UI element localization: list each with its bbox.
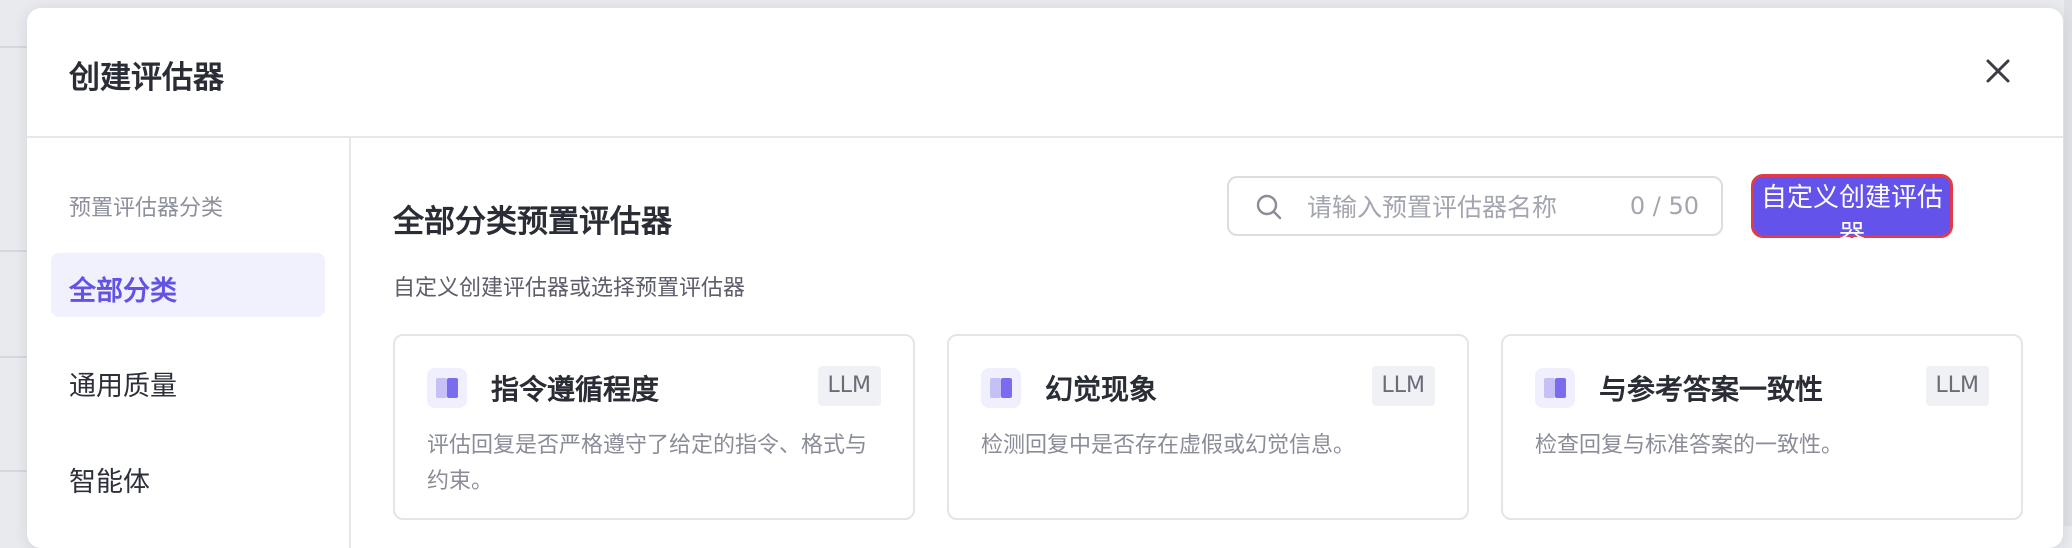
sidebar-heading: 预置评估器分类 [69, 196, 224, 221]
sidebar-item-label: 通用质量 [69, 371, 177, 402]
evaluator-icon [427, 368, 467, 408]
card-title: 与参考答案一致性 [1599, 373, 1824, 406]
background-divider [0, 470, 30, 472]
category-sidebar: 预置评估器分类 全部分类 通用质量 智能体 [27, 138, 351, 548]
background-divider [0, 250, 30, 252]
background-divider [0, 356, 30, 358]
card-description: 评估回复是否严格遵守了给定的指令、格式与约束。 [427, 433, 868, 494]
section-title: 全部分类预置评估器 [393, 204, 672, 240]
card-title: 指令遵循程度 [491, 373, 660, 406]
background-divider [0, 46, 30, 48]
sidebar-item-label: 全部分类 [69, 276, 177, 307]
evaluator-card-instruction-following[interactable]: 指令遵循程度 LLM 评估回复是否严格遵守了给定的指令、格式与约束。 [393, 334, 915, 520]
close-button[interactable] [1979, 52, 2017, 90]
create-evaluator-dialog: 创建评估器 预置评估器分类 全部分类 通用质量 智能体 全部分类预置评估器 自定… [27, 8, 2063, 548]
evaluator-card-reference-consistency[interactable]: 与参考答案一致性 LLM 检查回复与标准答案的一致性。 [1501, 334, 2023, 520]
background-page-edge [2064, 0, 2072, 526]
evaluator-icon [981, 368, 1021, 408]
search-box: 0 / 50 [1227, 176, 1723, 236]
section-subtitle: 自定义创建评估器或选择预置评估器 [393, 276, 746, 301]
search-char-count: 0 / 50 [1629, 192, 1699, 220]
evaluator-icon [1535, 368, 1575, 408]
evaluator-card-hallucination[interactable]: 幻觉现象 LLM 检测回复中是否存在虚假或幻觉信息。 [947, 334, 1469, 520]
custom-create-evaluator-button[interactable]: 自定义创建评估器 [1751, 174, 1953, 250]
card-description: 检测回复中是否存在虚假或幻觉信息。 [981, 433, 1356, 458]
model-type-badge: LLM [1925, 366, 1989, 406]
sidebar-item-label: 智能体 [69, 467, 150, 498]
sidebar-item-agent[interactable]: 智能体 [51, 444, 325, 508]
card-description: 检查回复与标准答案的一致性。 [1535, 433, 1844, 458]
dialog-title: 创建评估器 [69, 60, 224, 96]
sidebar-item-general-quality[interactable]: 通用质量 [51, 348, 325, 412]
search-input[interactable] [1307, 188, 1597, 226]
search-icon [1255, 193, 1283, 221]
dialog-header: 创建评估器 [27, 8, 2063, 138]
evaluator-list-panel: 全部分类预置评估器 自定义创建评估器或选择预置评估器 0 / 50 自定义创建评… [351, 138, 2063, 548]
close-icon [1986, 59, 2010, 83]
sidebar-item-all[interactable]: 全部分类 [51, 253, 325, 317]
model-type-badge: LLM [1371, 366, 1435, 406]
card-title: 幻觉现象 [1045, 373, 1158, 406]
model-type-badge: LLM [817, 366, 881, 406]
